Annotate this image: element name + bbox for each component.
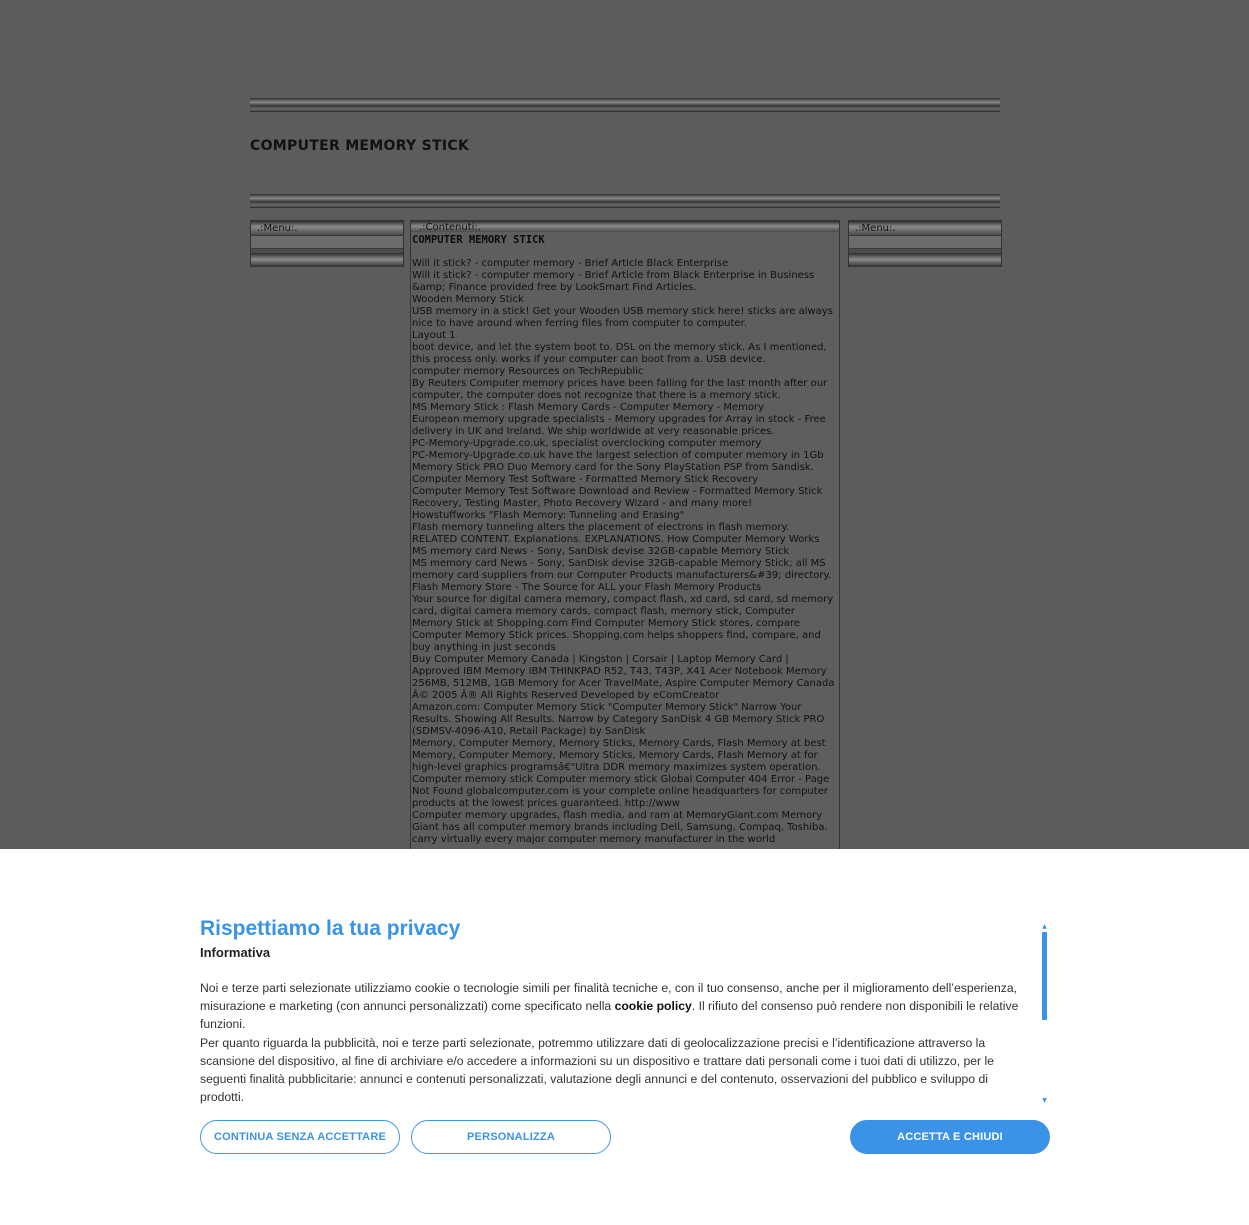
cookie-text: Noi e terze parti selezionate utilizziam… <box>200 979 1030 1106</box>
content-line: computer, the computer does not recogniz… <box>412 390 781 401</box>
content-line: computer memory Resources on TechRepubli… <box>412 366 644 377</box>
content-line: Wooden Memory Stick <box>412 294 524 305</box>
content-line: memory card suppliers from our Computer … <box>412 570 832 581</box>
content-line: products at the lowest prices guaranteed… <box>412 798 680 809</box>
content-line: this process only. works if your compute… <box>412 354 766 365</box>
content-line: Will it stick? - computer memory - Brief… <box>412 258 729 269</box>
content-line: 256MB, 512MB, 1GB Memory for Acer Travel… <box>412 678 835 689</box>
scroll-thumb[interactable] <box>1042 932 1047 1020</box>
content-line: Not Found globalcomputer.com is your com… <box>412 786 828 797</box>
content-line: buy anything in just seconds <box>412 642 556 653</box>
content-line: carry virtually every major computer mem… <box>412 834 776 845</box>
content-line: Approved IBM Memory IBM THINKPAD R52, T4… <box>412 666 827 677</box>
content-line: boot device, and let the system boot to.… <box>412 342 827 353</box>
cookie-scrollbar[interactable]: ▲ ▼ <box>1041 924 1048 1104</box>
content-line: Computer Memory Test Software - Formatte… <box>412 474 759 485</box>
content-line: PC-Memory-Upgrade.co.uk, specialist over… <box>412 438 762 449</box>
content-line: high-level graphics programsâ€"Ultra DDR… <box>412 762 821 773</box>
cookie-paragraph-2: Per quanto riguarda la pubblicità, noi e… <box>200 1035 994 1105</box>
content-line: Your source for digital camera memory, c… <box>412 594 834 605</box>
content-line: Computer Memory Stick prices. Shopping.c… <box>412 630 821 641</box>
cookie-policy-link[interactable]: cookie policy <box>615 999 692 1013</box>
right-menu: .:Menu:. <box>848 220 1002 267</box>
content-title: COMPUTER MEMORY STICK <box>412 234 545 246</box>
content-line: Will it stick? - computer memory - Brief… <box>412 270 815 281</box>
content-line: Flash Memory Store - The Source for ALL … <box>412 582 762 593</box>
right-menu-strip <box>849 235 1001 249</box>
content-line: Buy Computer Memory Canada | Kingston | … <box>412 654 789 665</box>
content-line: Amazon.com: Computer Memory Stick "Compu… <box>412 702 802 713</box>
left-menu-footer <box>251 253 403 267</box>
right-menu-header: .:Menu:. <box>849 221 1001 235</box>
continue-without-accepting-button[interactable]: CONTINUA SENZA ACCETTARE <box>200 1120 400 1154</box>
content-line: card, digital camera memory cards, compa… <box>412 606 795 617</box>
content-line: (SDMSV-4096-A10, Retail Package) by SanD… <box>412 726 646 737</box>
cookie-banner: Rispettiamo la tua privacy Informativa N… <box>0 849 1249 1225</box>
scroll-up-arrow-icon[interactable]: ▲ <box>1041 924 1048 930</box>
header-bottom-bar <box>250 194 1000 208</box>
content-line: Memory Stick PRO Duo Memory card for the… <box>412 462 814 473</box>
content-line: PC-Memory-Upgrade.co.uk have the largest… <box>412 450 824 461</box>
content-line: Howstuffworks "Flash Memory: Tunneling a… <box>412 510 685 521</box>
right-menu-footer <box>849 253 1001 267</box>
site-title: COMPUTER MEMORY STICK <box>250 138 470 154</box>
content-line: Memory, Computer Memory, Memory Sticks, … <box>412 738 826 749</box>
left-menu-header: .:Menu:. <box>251 221 403 235</box>
content-line: Results. Showing All Results. Narrow by … <box>412 714 825 725</box>
scroll-down-arrow-icon[interactable]: ▼ <box>1041 1098 1048 1104</box>
content-panel: .:Contenuti:. COMPUTER MEMORY STICK Will… <box>410 220 840 862</box>
content-line: Giant has all computer memory brands inc… <box>412 822 828 833</box>
content-line: MS memory card News - Sony, SanDisk devi… <box>412 558 826 569</box>
content-line: Memory, Computer Memory, Memory Sticks, … <box>412 750 818 761</box>
content-line: MS Memory Stick : Flash Memory Cards - C… <box>412 402 765 413</box>
content-line: By Reuters Computer memory prices have b… <box>412 378 828 389</box>
content-line: Â© 2005 Â® All Rights Reserved Developed… <box>412 690 720 701</box>
content-line: Computer memory stick Computer memory st… <box>412 774 830 785</box>
content-line: nice to have around when ferring files f… <box>412 318 747 329</box>
content-body: Will it stick? - computer memory - Brief… <box>411 258 839 846</box>
customize-button[interactable]: PERSONALIZZA <box>411 1120 611 1154</box>
content-line: European memory upgrade specialists - Me… <box>412 414 826 425</box>
content-line: Memory Stick at Shopping.com Find Comput… <box>412 618 800 629</box>
cookie-subtitle: Informativa <box>200 945 271 960</box>
content-line: MS memory card News - Sony, SanDisk devi… <box>412 546 790 557</box>
left-menu: .:Menu:. <box>250 220 404 267</box>
content-line: Computer Memory Test Software Download a… <box>412 486 823 497</box>
cookie-title: Rispettiamo la tua privacy <box>200 917 461 940</box>
content-line: USB memory in a stick! Get your Wooden U… <box>412 306 833 317</box>
content-header: .:Contenuti:. <box>411 221 839 233</box>
content-line: Flash memory tunneling alters the placem… <box>412 522 790 533</box>
content-line: Recovery, Testing Master, Photo Recovery… <box>412 498 753 509</box>
content-line: delivery in UK and Ireland. We ship worl… <box>412 426 775 437</box>
content-line: &amp; Finance provided free by LookSmart… <box>412 282 697 293</box>
left-menu-strip <box>251 235 403 249</box>
content-line: Layout 1 <box>412 330 456 341</box>
content-line: RELATED CONTENT. Explanations. EXPLANATI… <box>412 534 820 545</box>
top-decorative-bar <box>250 98 1000 112</box>
content-line: Computer memory upgrades, flash media, a… <box>412 810 823 821</box>
accept-and-close-button[interactable]: ACCETTA E CHIUDI <box>850 1120 1050 1154</box>
